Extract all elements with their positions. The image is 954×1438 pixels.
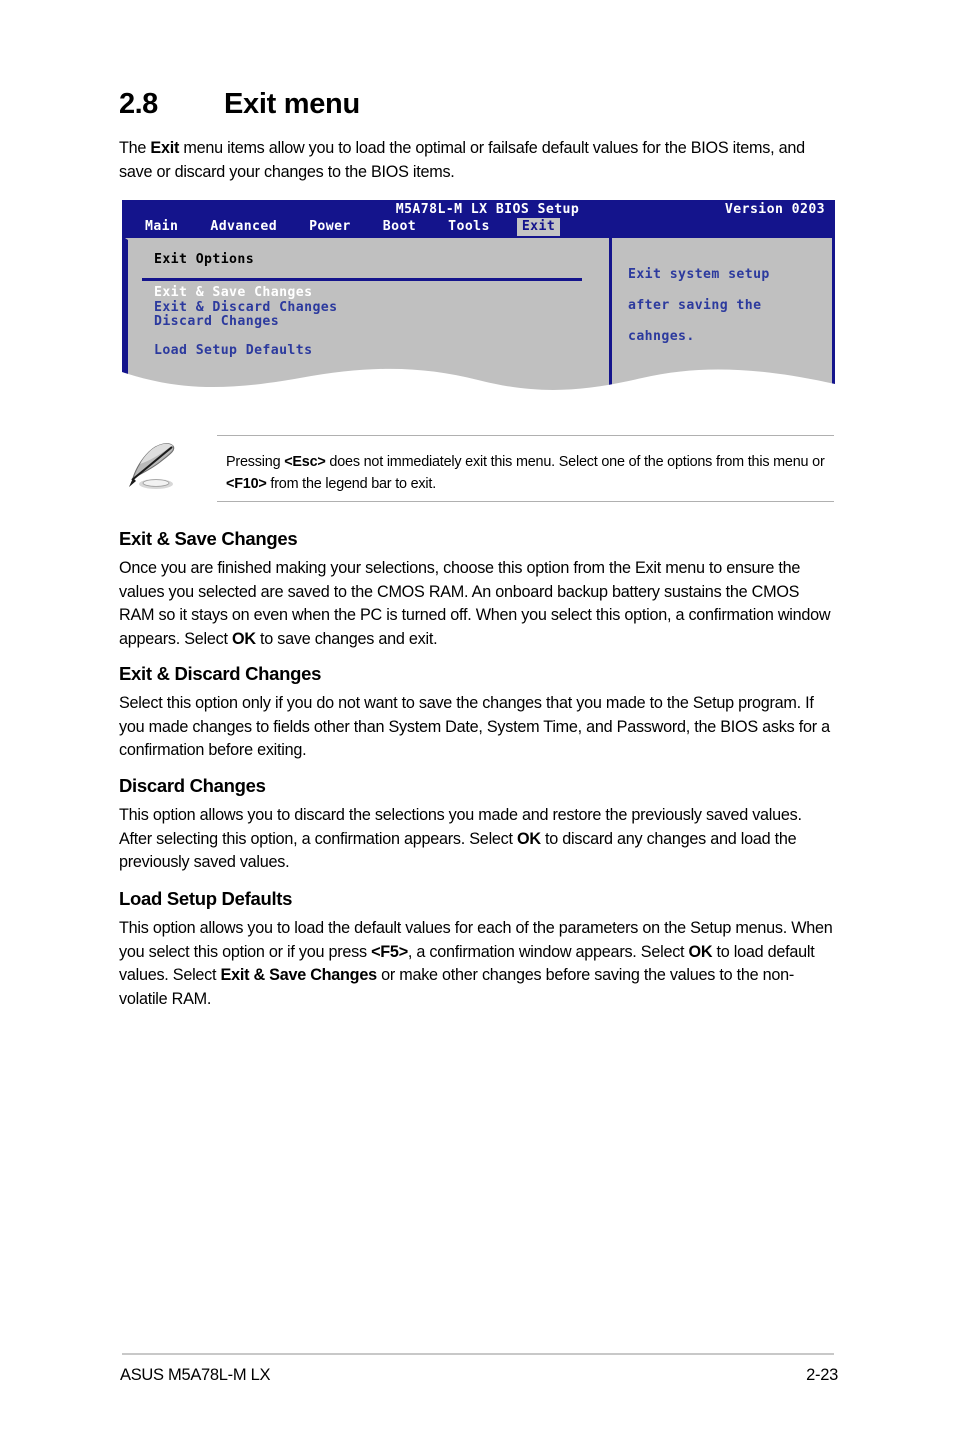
bios-menu-tabs: Main Advanced Power Boot Tools Exit bbox=[140, 218, 582, 236]
section-exit-discard-changes: Exit & Discard Changes Select this optio… bbox=[119, 663, 837, 763]
option-discard-changes[interactable]: Discard Changes bbox=[154, 314, 337, 330]
text-run: Once you are finished making your select… bbox=[119, 559, 831, 648]
bios-help-panel: Exit system setup after saving the cahng… bbox=[609, 238, 832, 392]
note-text-3: from the legend bar to exit. bbox=[266, 476, 436, 492]
bios-screen: M5A78L-M LX BIOS Setup Version 0203 Main… bbox=[122, 200, 835, 392]
heading-discard-changes: Discard Changes bbox=[119, 775, 266, 796]
text-run-bold: OK bbox=[231, 629, 256, 648]
help-line-3: cahnges. bbox=[628, 328, 695, 344]
section-number: 2.8 bbox=[119, 88, 158, 120]
page-title: 2.8 Exit menu bbox=[119, 88, 849, 121]
intro-suffix: menu items allow you to load the optimal… bbox=[119, 139, 805, 181]
bios-body: Exit Options Exit & Save Changes Exit & … bbox=[122, 236, 835, 392]
bios-header-bar: M5A78L-M LX BIOS Setup Version 0203 Main… bbox=[122, 200, 835, 236]
tab-advanced[interactable]: Advanced bbox=[205, 218, 282, 236]
section-exit-save-changes: Exit & Save Changes Once you are finishe… bbox=[119, 528, 837, 651]
tab-main[interactable]: Main bbox=[140, 218, 183, 236]
body-exit-save-changes: Once you are finished making your select… bbox=[119, 557, 837, 651]
note-text: Pressing <Esc> does not immediately exit… bbox=[226, 451, 826, 495]
heading-load-setup-defaults: Load Setup Defaults bbox=[119, 888, 293, 909]
text-run-bold: Exit & Save Changes bbox=[220, 966, 378, 984]
section-title: Exit menu bbox=[224, 88, 360, 120]
text-run: to save changes and exit. bbox=[255, 629, 438, 648]
note-rule-top bbox=[217, 435, 834, 436]
section-discard-changes: Discard Changes This option allows you t… bbox=[119, 775, 837, 875]
body-exit-discard-changes: Select this option only if you do not wa… bbox=[119, 692, 837, 763]
text-run-bold: OK bbox=[688, 942, 713, 961]
note-key-esc: <Esc> bbox=[284, 454, 326, 470]
tab-tools[interactable]: Tools bbox=[443, 218, 495, 236]
bios-screenshot: M5A78L-M LX BIOS Setup Version 0203 Main… bbox=[122, 200, 835, 392]
footer-product-name: ASUS M5A78L-M LX bbox=[120, 1366, 271, 1384]
panel-gap bbox=[602, 238, 609, 392]
footer-rule bbox=[122, 1353, 834, 1355]
note-text-1: Pressing bbox=[226, 454, 285, 470]
option-exit-discard-changes[interactable]: Exit & Discard Changes bbox=[154, 300, 337, 316]
note-text-2: does not immediately exit this menu. Sel… bbox=[325, 454, 825, 470]
document-page: 2.8 Exit menu The Exit menu items allow … bbox=[0, 0, 954, 1438]
exit-options-list: Exit & Save Changes Exit & Discard Chang… bbox=[154, 285, 337, 359]
text-run-bold: <F5> bbox=[371, 942, 408, 961]
help-line-2: after saving the bbox=[628, 297, 762, 313]
body-discard-changes: This option allows you to discard the se… bbox=[119, 804, 837, 875]
intro-prefix: The bbox=[119, 139, 151, 157]
text-run: , a confirmation window appears. Select bbox=[407, 942, 689, 961]
exit-options-heading: Exit Options bbox=[154, 252, 255, 267]
help-gap bbox=[628, 360, 833, 376]
help-line-4: F10 key can be used bbox=[628, 391, 833, 393]
intro-bold: Exit bbox=[150, 139, 180, 157]
tab-exit[interactable]: Exit bbox=[516, 218, 561, 236]
heading-exit-discard-changes: Exit & Discard Changes bbox=[119, 663, 322, 684]
option-load-setup-defaults[interactable]: Load Setup Defaults bbox=[154, 343, 337, 359]
text-run-bold: OK bbox=[517, 829, 541, 848]
tab-power[interactable]: Power bbox=[304, 218, 356, 236]
heading-exit-save-changes: Exit & Save Changes bbox=[119, 528, 298, 549]
body-load-setup-defaults: This option allows you to load the defau… bbox=[119, 917, 837, 1011]
note-rule-bottom bbox=[217, 501, 834, 502]
bios-left-panel: Exit Options Exit & Save Changes Exit & … bbox=[125, 238, 602, 392]
note-callout: Pressing <Esc> does not immediately exit… bbox=[122, 432, 834, 502]
tab-boot[interactable]: Boot bbox=[378, 218, 421, 236]
footer-page-number: 2-23 bbox=[806, 1366, 838, 1384]
note-key-f10: <F10> bbox=[226, 476, 267, 492]
option-exit-save-changes[interactable]: Exit & Save Changes bbox=[154, 285, 337, 301]
section-load-setup-defaults: Load Setup Defaults This option allows y… bbox=[119, 888, 837, 1011]
bios-version-label: Version 0203 bbox=[724, 202, 825, 217]
quill-pen-icon bbox=[129, 443, 175, 489]
panel-divider bbox=[142, 278, 582, 281]
bios-help-text: Exit system setup after saving the cahng… bbox=[628, 251, 833, 393]
help-line-1: Exit system setup bbox=[628, 266, 770, 282]
text-run: Select this option only if you do not wa… bbox=[119, 694, 830, 759]
intro-paragraph: The Exit menu items allow you to load th… bbox=[119, 136, 834, 184]
